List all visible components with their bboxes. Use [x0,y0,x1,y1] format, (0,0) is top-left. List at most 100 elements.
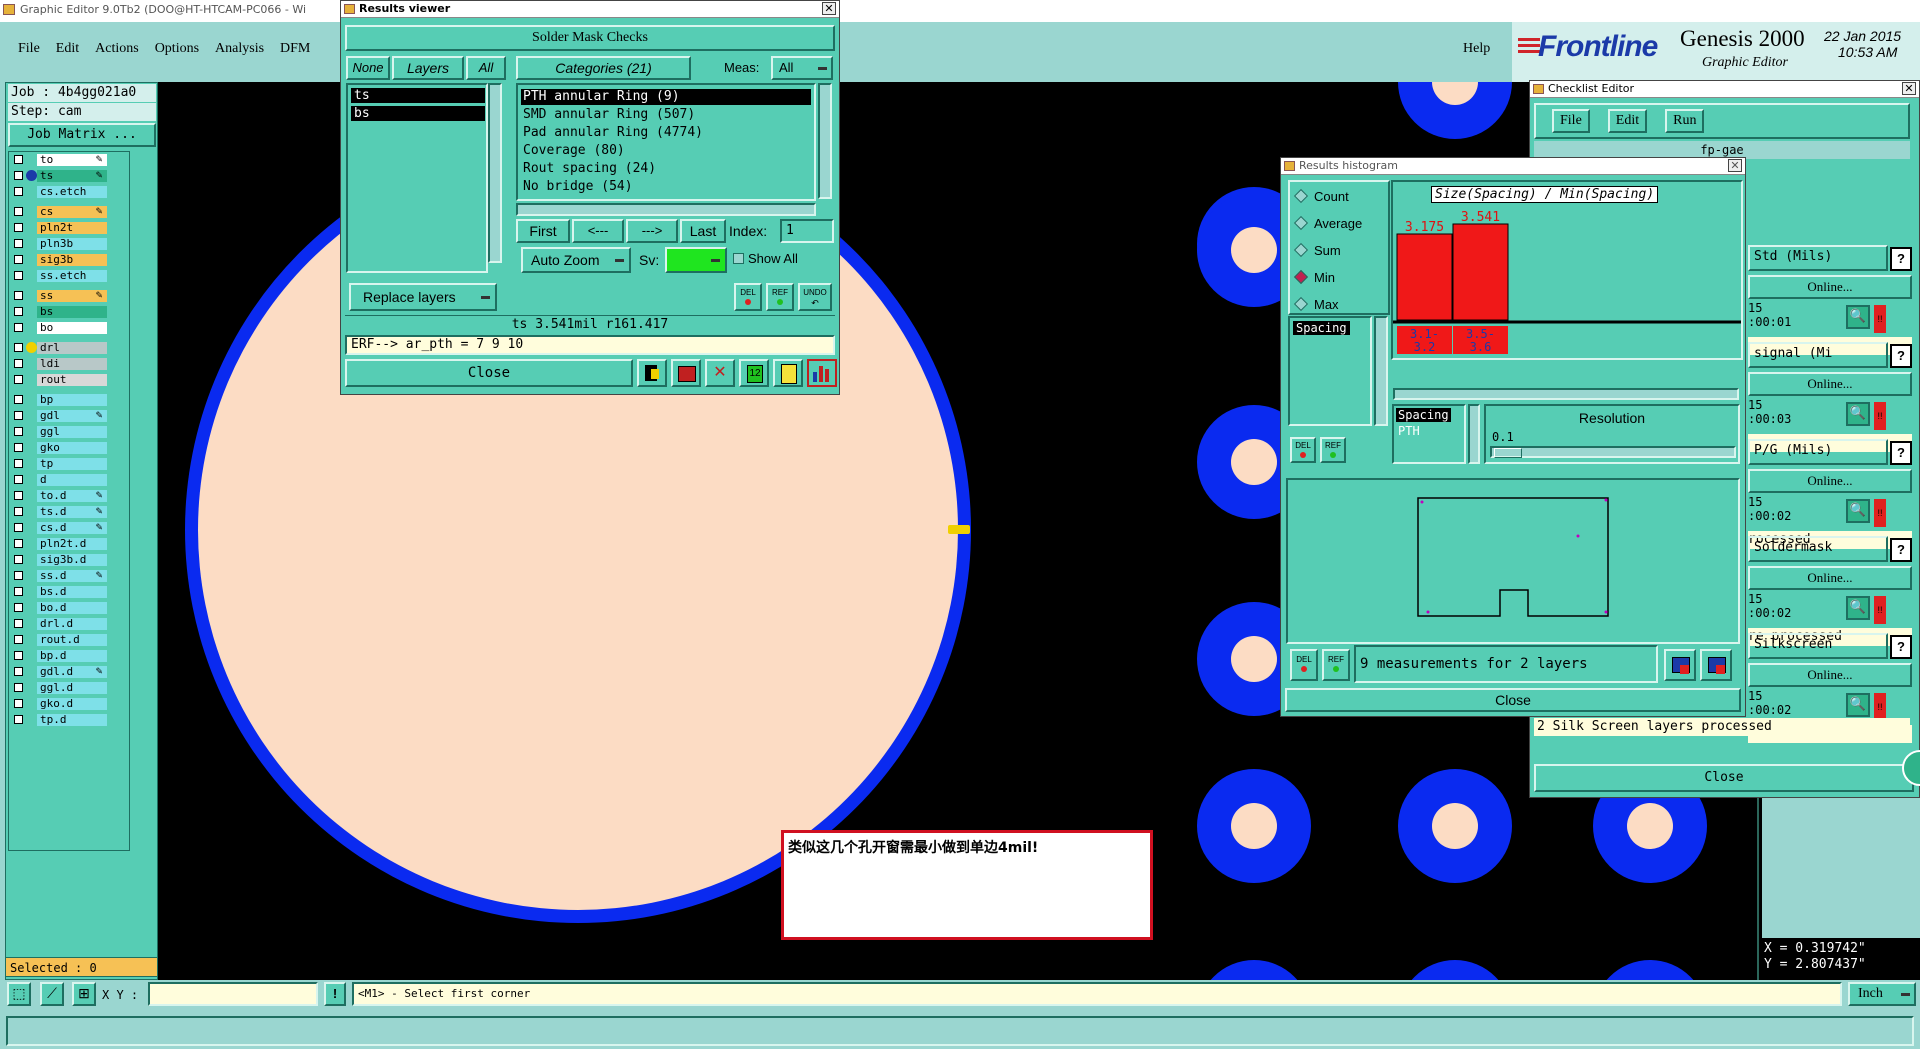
layer-checkbox[interactable] [14,255,23,264]
layer-name[interactable]: ldi [37,358,107,370]
close-icon[interactable]: ✕ [822,2,836,15]
layer-checkbox[interactable] [14,555,23,564]
layer-checkbox[interactable] [14,187,23,196]
category-list-scrollbar[interactable] [818,83,832,199]
layer-row-to[interactable]: to ✎ [11,154,107,166]
zoom-icon[interactable]: 🔍 [1846,693,1870,717]
category-item[interactable]: Pad annular Ring (4774) [521,125,811,141]
index-input[interactable]: 1 [780,219,834,243]
layer-row-ts[interactable]: ts ✎ [11,170,107,182]
layer-checkbox[interactable] [14,507,23,516]
layer-row-drl[interactable]: drl [11,342,107,354]
layer-row-sig3b[interactable]: sig3b [11,254,107,266]
layer-name[interactable]: rout [37,374,107,386]
units-dropdown[interactable]: Inch [1848,982,1916,1006]
first-button[interactable]: First [516,219,570,243]
layer-list-scrollbar[interactable] [488,83,502,263]
layers-tab[interactable]: Layers [392,56,464,80]
layer-name[interactable]: d [37,474,107,486]
report-icon[interactable] [773,359,803,387]
menu-edit[interactable]: Edit [56,41,79,57]
layer-row-gko[interactable]: gko [11,442,107,454]
layer-name[interactable]: tp [37,458,107,470]
layer-row-d[interactable]: d [11,474,107,486]
layer-checkbox[interactable] [14,571,23,580]
option-min[interactable]: Min [1293,269,1335,287]
zoom-preview-icon[interactable] [1664,649,1696,681]
histogram-bar[interactable] [1396,233,1453,321]
xy-input[interactable] [148,982,318,1006]
measure-list-scrollbar[interactable] [1374,316,1388,426]
checklist-menu-file[interactable]: File [1552,109,1590,133]
hist-ref-button[interactable]: REF [1320,437,1346,463]
last-button[interactable]: Last [680,219,726,243]
category-item[interactable]: PTH annular Ring (9) [521,89,811,105]
layer-name[interactable]: gko.d [37,698,107,710]
layer-checkbox[interactable] [14,699,23,708]
layer-row-drl-d[interactable]: drl.d [11,618,107,630]
layer-checkbox[interactable] [14,239,23,248]
layer-name[interactable]: pln2t.d [37,538,107,550]
results-viewer-titlebar[interactable]: Results viewer ✕ [341,1,839,18]
layer-checkbox[interactable] [14,539,23,548]
menu-analysis[interactable]: Analysis [215,41,264,57]
layer-checkbox[interactable] [14,587,23,596]
layer-checkbox[interactable] [14,359,23,368]
layer-checkbox[interactable] [14,459,23,468]
online-button[interactable]: Online... [1748,663,1912,687]
checklist-close-button[interactable]: Close [1534,764,1914,792]
layer-name[interactable]: sig3b.d [37,554,107,566]
layer-row-ldi[interactable]: ldi [11,358,107,370]
severity-dropdown[interactable] [665,247,727,273]
layers-none-button[interactable]: None [346,56,390,80]
category-list[interactable]: PTH annular Ring (9) SMD annular Ring (50… [516,83,816,201]
option-count[interactable]: Count [1293,188,1349,206]
layer-row-gko-d[interactable]: gko.d [11,698,107,710]
layer-name[interactable]: ggl [37,426,107,438]
layer-row-cs[interactable]: cs ✎ [11,206,107,218]
meas-dropdown[interactable]: All [771,56,833,80]
export-preview-icon[interactable] [1700,649,1732,681]
layer-name[interactable]: pln2t [37,222,107,234]
layer-checkbox[interactable] [14,683,23,692]
layer-checkbox[interactable] [14,635,23,644]
layer-name[interactable]: gko [37,442,107,454]
layer-name[interactable]: tp.d [37,714,107,726]
layer-row-gdl-d[interactable]: gdl.d ✎ [11,666,107,678]
layer-row-tp-d[interactable]: tp.d [11,714,107,726]
layer-checkbox[interactable] [14,155,23,164]
layer-checkbox[interactable] [14,171,23,180]
layer-checkbox[interactable] [14,619,23,628]
checklist-menu-edit[interactable]: Edit [1607,109,1648,133]
layers-all-button[interactable]: All [466,56,506,80]
layer-checkbox[interactable] [14,223,23,232]
histogram-close-button[interactable]: Close [1285,688,1741,712]
category-item[interactable]: Rout spacing (24) [521,161,811,177]
layer-checkbox[interactable] [14,427,23,436]
layer-checkbox[interactable] [14,443,23,452]
ref-button[interactable]: REF [766,283,794,311]
layer-row-cs-d[interactable]: cs.d ✎ [11,522,107,534]
layer-row-pln2t[interactable]: pln2t [11,222,107,234]
layer-row-ggl[interactable]: ggl [11,426,107,438]
checklist-menu-run[interactable]: Run [1665,109,1705,133]
measure-tool-icon[interactable]: ⟋ [40,982,64,1006]
layer-row-rout-d[interactable]: rout.d [11,634,107,646]
category-item[interactable]: Coverage (80) [521,143,811,159]
del-button[interactable]: DEL [734,283,762,311]
menu-file[interactable]: File [18,41,40,57]
option-sum[interactable]: Sum [1293,242,1341,260]
layer-name[interactable]: ggl.d [37,682,107,694]
highlight-icon[interactable] [671,359,701,387]
layer-row-bp[interactable]: bp [11,394,107,406]
help-button[interactable]: ? [1890,635,1912,659]
layer-row-ggl-d[interactable]: ggl.d [11,682,107,694]
type-list[interactable]: Spacing PTH [1392,404,1466,464]
layer-checkbox[interactable] [14,475,23,484]
type-item-spacing[interactable]: Spacing [1396,408,1451,422]
layer-name[interactable]: drl.d [37,618,107,630]
layer-row-bp-d[interactable]: bp.d [11,650,107,662]
show-all-checkbox[interactable] [733,253,744,264]
preview-ref-button[interactable]: REF [1322,649,1350,681]
help-menu[interactable]: Help [1463,41,1490,57]
